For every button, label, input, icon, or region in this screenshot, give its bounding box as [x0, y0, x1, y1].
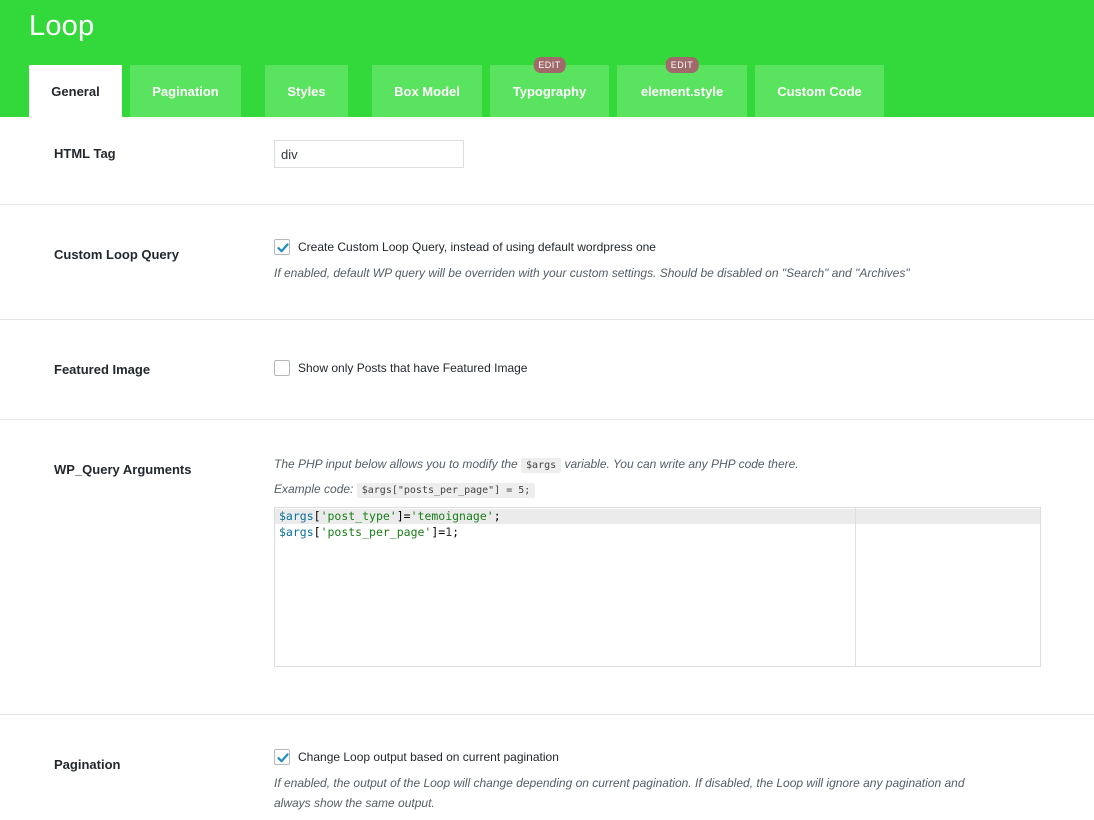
tab-general[interactable]: General — [29, 65, 122, 117]
custom-loop-query-checkbox[interactable] — [274, 239, 290, 255]
custom-loop-query-label: Custom Loop Query — [54, 247, 179, 262]
pagination-checkbox[interactable] — [274, 749, 290, 765]
row-featured-image — [0, 320, 1094, 420]
tab-label: element.style — [640, 83, 724, 99]
wp-query-arguments-label: WP_Query Arguments — [54, 462, 192, 477]
tab-label: Pagination — [152, 83, 219, 99]
args-code-chip: $args — [521, 458, 562, 473]
tab-box-model[interactable]: Box Model — [372, 65, 482, 117]
tab-custom-code[interactable]: Custom Code — [755, 65, 884, 117]
intro-text-after: variable. You can write any PHP code the… — [564, 457, 799, 471]
featured-image-checkbox[interactable] — [274, 360, 290, 376]
tab-label: Custom Code — [777, 83, 862, 99]
row-pagination — [0, 715, 1094, 820]
code-line[interactable]: $args['post_type']='temoignage'; — [279, 508, 501, 524]
tab-label: Styles — [287, 83, 326, 99]
tab-pagination[interactable]: Pagination — [130, 65, 241, 117]
pagination-checkbox-label[interactable]: Change Loop output based on current pagi… — [298, 750, 559, 764]
checkmark-icon — [277, 243, 289, 253]
header-bar: Loop General Pagination Styles Box Model… — [0, 0, 1094, 117]
page-title: Loop — [29, 10, 95, 42]
tab-element-style[interactable]: EDIT element.style — [617, 57, 747, 117]
wp-query-example: Example code: $args["posts_per_page"] = … — [274, 479, 536, 501]
example-code-chip: $args["posts_per_page"] = 5; — [356, 483, 536, 498]
tab-typography[interactable]: EDIT Typography — [490, 57, 609, 117]
code-line[interactable]: $args['posts_per_page']=1; — [279, 524, 459, 540]
custom-loop-query-checkbox-label[interactable]: Create Custom Loop Query, instead of usi… — [298, 240, 656, 254]
html-tag-label: HTML Tag — [54, 146, 116, 161]
wp-query-intro: The PHP input below allows you to modify… — [274, 454, 799, 476]
edit-badge[interactable]: EDIT — [665, 57, 699, 73]
print-margin — [855, 508, 856, 666]
tab-label: Box Model — [394, 83, 460, 99]
intro-text-before: The PHP input below allows you to modify… — [274, 457, 518, 471]
tab-label: Typography — [512, 83, 587, 99]
tab-label: General — [51, 83, 100, 99]
featured-image-label: Featured Image — [54, 362, 151, 377]
checkmark-icon — [277, 753, 289, 763]
custom-loop-query-description: If enabled, default WP query will be ove… — [274, 266, 910, 280]
pagination-description-line1: If enabled, the output of the Loop will … — [274, 776, 965, 790]
featured-image-checkbox-label[interactable]: Show only Posts that have Featured Image — [298, 361, 527, 375]
row-html-tag — [0, 117, 1094, 205]
pagination-description-line2: always show the same output. — [274, 796, 435, 810]
html-tag-input[interactable] — [274, 140, 464, 168]
pagination-label: Pagination — [54, 757, 121, 772]
tab-styles[interactable]: Styles — [265, 65, 348, 117]
edit-badge[interactable]: EDIT — [533, 57, 566, 73]
example-label: Example code: — [274, 482, 354, 496]
php-code-editor[interactable]: $args['post_type']='temoignage'; $args['… — [274, 507, 1041, 667]
